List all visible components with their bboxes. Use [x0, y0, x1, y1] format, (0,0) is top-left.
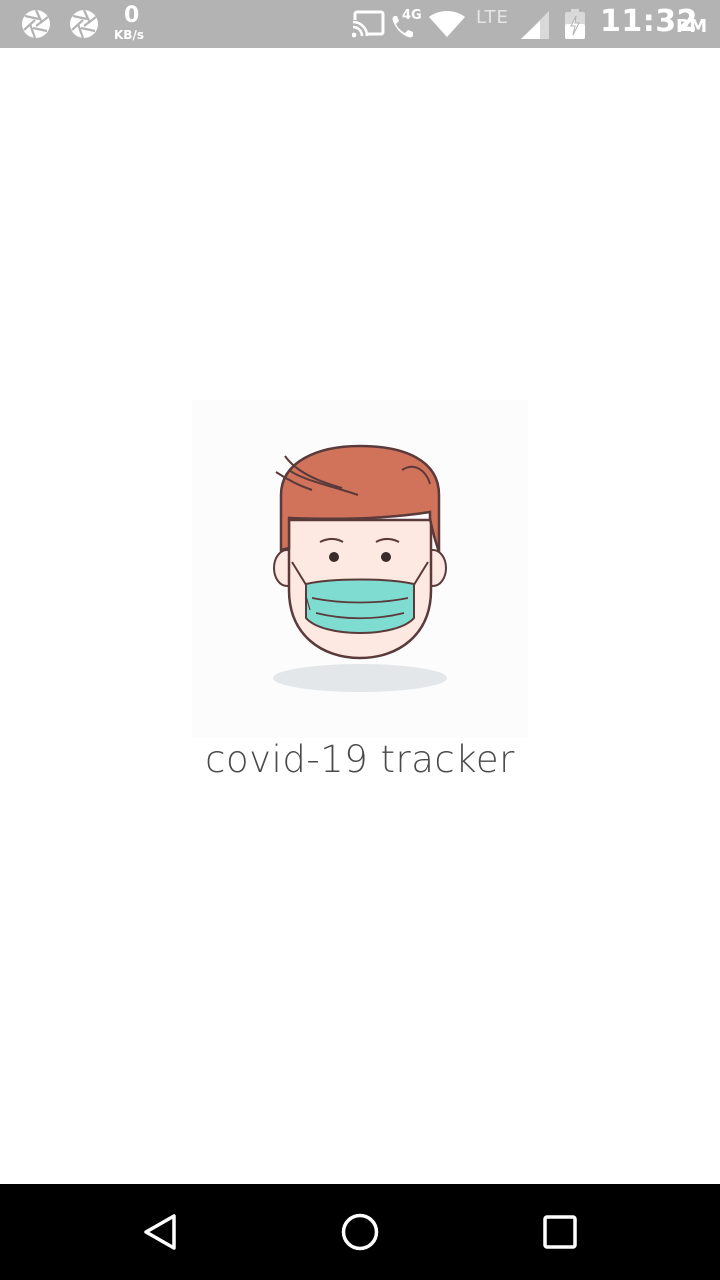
clock-ampm: PM — [676, 16, 708, 37]
network-speed-unit: KB/s — [114, 28, 144, 42]
aperture-icon — [70, 9, 98, 39]
cell-signal-icon — [521, 11, 549, 39]
splash-screen: covid-19 tracker — [0, 48, 720, 1184]
battery-icon — [565, 9, 585, 39]
network-speed-value: 0 — [124, 3, 140, 28]
aperture-icon — [22, 9, 50, 39]
status-bar: 0 KB/s 4G LTE 11:32 PM — [0, 0, 720, 48]
navigation-bar — [0, 1184, 720, 1280]
home-icon[interactable] — [340, 1212, 380, 1252]
back-icon[interactable] — [140, 1212, 180, 1252]
recents-icon[interactable] — [540, 1212, 580, 1252]
network-type-label: 4G — [402, 8, 422, 23]
app-name-label: covid-19 tracker — [205, 738, 515, 781]
wifi-icon — [429, 11, 465, 37]
masked-face-icon — [273, 444, 447, 692]
cast-icon — [352, 10, 385, 38]
app-logo — [192, 400, 528, 738]
lte-label: LTE — [476, 7, 509, 28]
